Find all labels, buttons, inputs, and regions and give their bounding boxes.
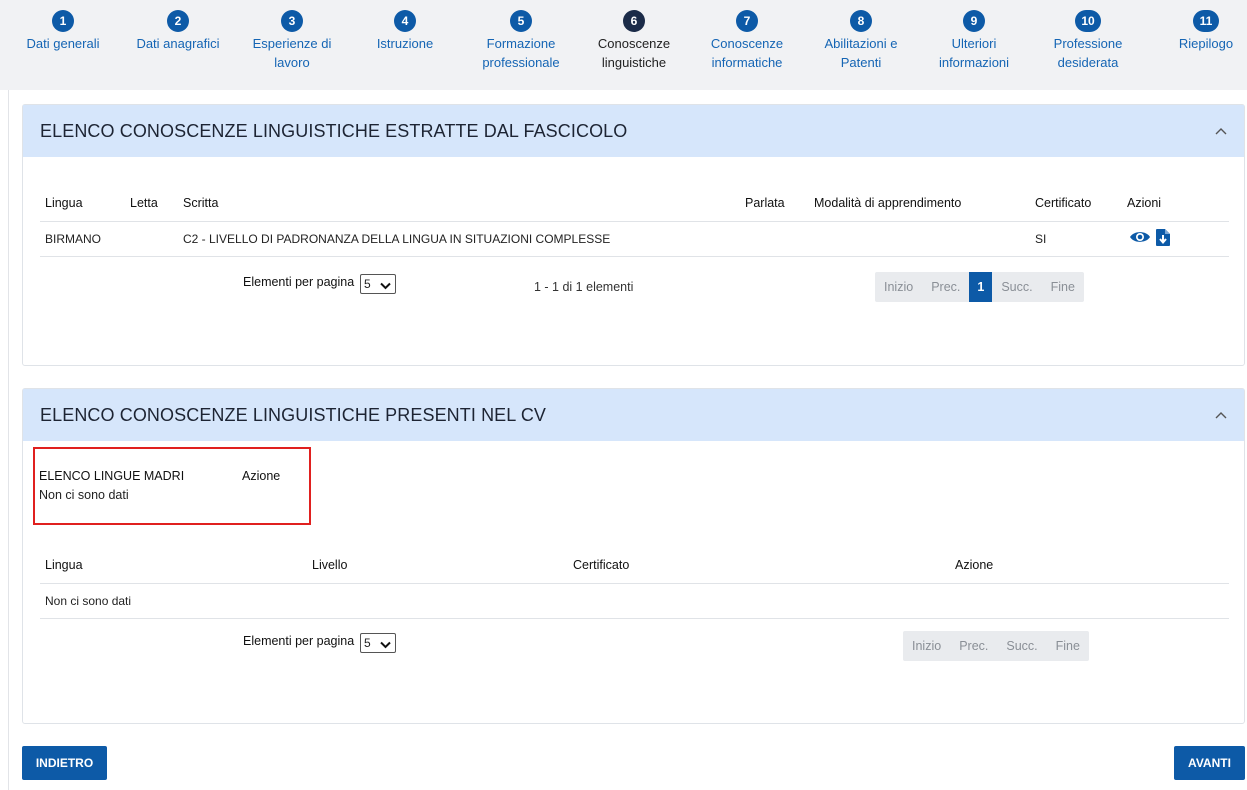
column-header-letta: Letta	[130, 185, 183, 222]
step-label: Ulteriori	[951, 36, 997, 51]
step-number: 7	[736, 10, 758, 32]
column-header-lingua: Lingua	[40, 185, 130, 222]
step-number: 2	[167, 10, 189, 32]
step-abilitazioni-e-patenti[interactable]: 8 Abilitazioni e Patenti	[818, 10, 904, 72]
per-page-value: 5	[364, 636, 371, 650]
step-label: Conoscenze	[597, 36, 671, 51]
chevron-down-icon	[380, 638, 391, 652]
step-dati-generali[interactable]: 1 Dati generali	[21, 10, 105, 53]
per-page-label: Elementi per pagina	[243, 634, 355, 648]
step-label-line2: desiderata	[1057, 55, 1119, 70]
step-riepilogo[interactable]: 11 Riepilogo	[1170, 10, 1242, 53]
step-label: Abilitazioni e	[824, 36, 898, 51]
cell-azioni	[1127, 221, 1229, 257]
cell-modalita	[814, 221, 1035, 257]
column-header-modalita: Modalità di apprendimento	[814, 185, 1035, 222]
step-label-line2: informazioni	[938, 55, 1010, 70]
table-header-row: Lingua Letta Scritta Parlata Modalità di…	[40, 185, 1229, 222]
step-label: Formazione	[486, 36, 556, 51]
pager-current-page[interactable]: 1	[969, 272, 993, 302]
pager-prev[interactable]: Prec.	[922, 272, 969, 302]
panel-header[interactable]: ELENCO CONOSCENZE LINGUISTICHE PRESENTI …	[23, 389, 1244, 441]
eye-icon[interactable]	[1129, 230, 1151, 247]
step-label: Esperienze di	[252, 36, 332, 51]
step-number: 4	[394, 10, 416, 32]
pager-last[interactable]: Fine	[1047, 631, 1089, 661]
column-header-certificato: Certificato	[573, 547, 955, 584]
panel-title: ELENCO CONOSCENZE LINGUISTICHE PRESENTI …	[40, 404, 547, 425]
cell-certificato: SI	[1035, 221, 1127, 257]
step-label-line2: professionale	[482, 55, 560, 70]
column-header-scritta: Scritta	[183, 185, 745, 222]
cell-scritta: C2 - LIVELLO DI PADRONANZA DELLA LINGUA …	[183, 221, 745, 257]
column-header-parlata: Parlata	[745, 185, 814, 222]
per-page-select[interactable]: 5	[360, 274, 396, 294]
step-istruzione[interactable]: 4 Istruzione	[370, 10, 440, 53]
step-dati-anagrafici[interactable]: 2 Dati anagrafici	[134, 10, 222, 53]
step-label-line2: lavoro	[274, 55, 310, 70]
step-conoscenze-informatiche[interactable]: 7 Conoscenze informatiche	[705, 10, 789, 72]
per-page-value: 5	[364, 277, 371, 291]
column-header-azioni: Azioni	[1127, 185, 1229, 222]
table-row: Non ci sono dati	[40, 583, 1229, 619]
range-info: 1 - 1 di 1 elementi	[534, 280, 634, 294]
step-esperienze-di-lavoro[interactable]: 3 Esperienze di lavoro	[250, 10, 334, 72]
column-header-livello: Livello	[312, 547, 573, 584]
step-number: 11	[1193, 10, 1219, 32]
panel-header[interactable]: ELENCO CONOSCENZE LINGUISTICHE ESTRATTE …	[23, 105, 1244, 157]
panel-cv-languages: ELENCO CONOSCENZE LINGUISTICHE PRESENTI …	[22, 388, 1245, 724]
next-button[interactable]: AVANTI	[1174, 746, 1245, 780]
pagination: Inizio Prec. Succ. Fine	[903, 631, 1089, 661]
step-label: Istruzione	[376, 36, 434, 51]
cv-languages-table: Lingua Livello Certificato Azione Non ci…	[40, 547, 1229, 619]
step-number: 10	[1075, 10, 1101, 32]
step-label: Professione	[1053, 36, 1123, 51]
step-label-line2: informatiche	[711, 55, 783, 70]
column-header-lingua: Lingua	[40, 547, 312, 584]
highlight-box	[33, 447, 311, 525]
step-number: 3	[281, 10, 303, 32]
wizard-stepper: 1 Dati generali 2 Dati anagrafici 3 Espe…	[0, 0, 1247, 90]
download-file-icon[interactable]	[1156, 228, 1171, 249]
cell-letta	[130, 221, 183, 257]
step-number: 1	[52, 10, 74, 32]
step-ulteriori-informazioni[interactable]: 9 Ulteriori informazioni	[934, 10, 1014, 72]
table-row: BIRMANO C2 - LIVELLO DI PADRONANZA DELLA…	[40, 221, 1229, 257]
step-number: 9	[963, 10, 985, 32]
chevron-up-icon[interactable]	[1214, 124, 1228, 138]
column-header-certificato: Certificato	[1035, 185, 1127, 222]
pagination: Inizio Prec. 1 Succ. Fine	[875, 272, 1084, 302]
languages-table: Lingua Letta Scritta Parlata Modalità di…	[40, 185, 1229, 257]
pager-next[interactable]: Succ.	[997, 631, 1046, 661]
step-professione-desiderata[interactable]: 10 Professione desiderata	[1048, 10, 1128, 72]
panel-extracted-languages: ELENCO CONOSCENZE LINGUISTICHE ESTRATTE …	[22, 104, 1245, 366]
pager-last[interactable]: Fine	[1042, 272, 1084, 302]
chevron-down-icon	[380, 279, 391, 293]
back-button[interactable]: INDIETRO	[22, 746, 107, 780]
pager-first[interactable]: Inizio	[903, 631, 950, 661]
table-header-row: Lingua Livello Certificato Azione	[40, 547, 1229, 584]
step-number: 6	[623, 10, 645, 32]
cell-parlata	[745, 221, 814, 257]
step-label: Dati anagrafici	[136, 36, 220, 51]
chevron-up-icon[interactable]	[1214, 408, 1228, 422]
pager-prev[interactable]: Prec.	[950, 631, 997, 661]
step-label: Riepilogo	[1178, 36, 1234, 51]
per-page-label: Elementi per pagina	[243, 275, 355, 289]
step-label-line2: Patenti	[840, 55, 882, 70]
cell-lingua: BIRMANO	[40, 221, 130, 257]
column-header-azione: Azione	[955, 547, 1229, 584]
per-page-select[interactable]: 5	[360, 633, 396, 653]
step-formazione-professionale[interactable]: 5 Formazione professionale	[476, 10, 566, 72]
pager-next[interactable]: Succ.	[992, 272, 1041, 302]
step-label: Conoscenze	[710, 36, 784, 51]
step-number: 8	[850, 10, 872, 32]
pager-first[interactable]: Inizio	[875, 272, 922, 302]
step-label: Dati generali	[26, 36, 100, 51]
empty-message: Non ci sono dati	[40, 583, 1229, 619]
step-conoscenze-linguistiche[interactable]: 6 Conoscenze linguistiche	[594, 10, 674, 72]
panel-title: ELENCO CONOSCENZE LINGUISTICHE ESTRATTE …	[40, 120, 628, 141]
step-label-line2: linguistiche	[601, 55, 667, 70]
step-number: 5	[510, 10, 532, 32]
